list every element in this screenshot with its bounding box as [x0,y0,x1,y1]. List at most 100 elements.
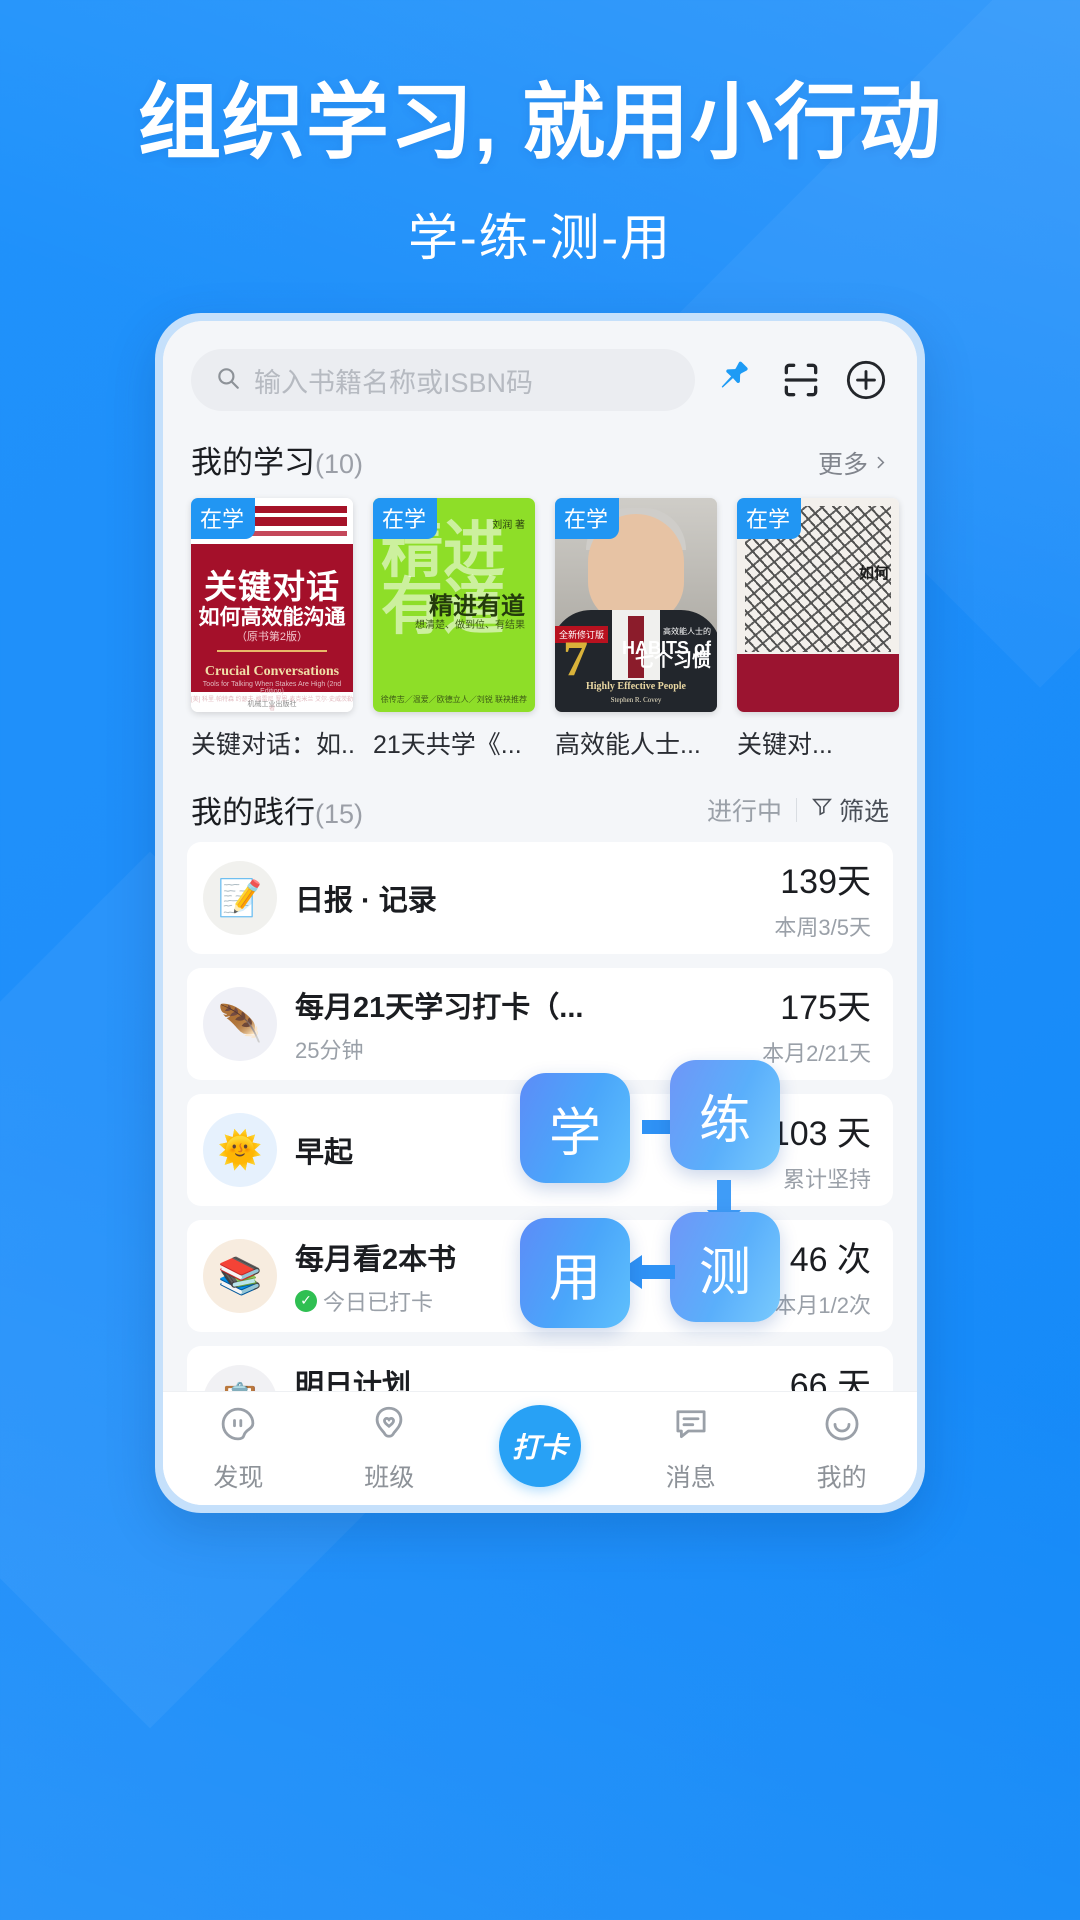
book-card[interactable]: 在学 如何 关键对... [737,498,899,761]
books-stack-icon: 📚 [203,1239,277,1313]
cover-author: 刘润 著 [492,520,525,531]
practice-count: (15) [315,799,364,829]
study-title: 我的学习 [191,445,315,480]
checkin-fab[interactable]: 打卡 [498,1404,581,1487]
tab-class[interactable]: 班级 [314,1403,465,1494]
status-badge: 在学 [373,498,438,539]
notebook-pencil-icon: 📝 [203,861,277,935]
scan-icon[interactable] [779,358,823,402]
tab-checkin[interactable]: 打卡 [465,1404,616,1487]
flow-step-apply: 用 [520,1218,630,1328]
study-more-label: 更多 [817,451,868,479]
status-badge: 在学 [191,498,256,539]
list-item-value: 66 天 [789,1367,871,1391]
study-section-header: 我的学习(10) 更多 [163,421,917,488]
book-title: 高效能人士... [555,731,701,759]
list-item[interactable]: 🪶 每月21天学习打卡（... 25分钟 175天 本月2/21天 [187,968,893,1080]
app-header: 输入书籍名称或ISBN码 [163,321,917,421]
cover-main-title: 如何 [858,565,889,582]
phone-mockup: 输入书籍名称或ISBN码 我的学习(10) 更多 在学 关键对话 如何高效能沟通… [155,313,925,1513]
flow-badge: 练 [670,1060,780,1170]
plus-circle-icon[interactable] [843,357,889,403]
list-item[interactable]: 📋 明日计划 ✓ 今日已打卡 66 天 累计坚持 [187,1346,893,1391]
book-card[interactable]: 在学 关键对话 如何高效能沟通 （原书第2版） Crucial Conversa… [191,498,353,761]
cover-footer: 徐传志／温爱／欧德立人／刘锐 联袂推荐 [380,695,527,704]
cover-en1: Highly Effective People [586,681,686,692]
clipboard-icon: 📋 [203,1365,277,1391]
study-count: (10) [315,449,364,479]
divider [795,797,797,822]
list-item-value: 175天 [780,989,871,1027]
book-cover: 在学 如何 [737,498,899,712]
cover-line2: 七个习惯 [634,650,711,671]
list-item-note: 本周3/5天 [774,915,871,940]
status-badge: 在学 [555,498,620,539]
tab-label: 发现 [213,1464,264,1492]
book-title: 21天共学《... [373,731,522,759]
tab-messages[interactable]: 消息 [615,1403,766,1494]
search-icon [215,365,241,396]
sun-smile-icon: 🌞 [203,1113,277,1187]
list-item-value: 103 天 [770,1115,871,1153]
practice-filter-label: 筛选 [838,797,889,826]
list-item-title: 日报 · 记录 [295,885,437,917]
list-item-subtitle: 今日已打卡 [323,1289,434,1315]
book-title: 关键对话：如... [191,731,353,759]
cover-sub-title: 想清楚、做到位、有结果 [415,620,525,631]
list-item[interactable]: 📝 日报 · 记录 139天 本周3/5天 [187,842,893,954]
list-item-note: 本月1/2次 [774,1293,871,1318]
tab-label: 班级 [364,1464,415,1492]
list-item-value: 46 次 [789,1241,871,1279]
flow-badge: 学 [520,1073,630,1183]
practice-filter-button[interactable]: 筛选 [811,792,889,828]
flow-step-test: 测 [670,1212,780,1322]
chevron-right-icon [872,449,889,478]
pin-icon[interactable] [715,358,759,402]
bottom-tab-bar[interactable]: 发现 班级 打卡 消息 我的 [163,1391,917,1505]
flow-step-learn: 学 [520,1073,630,1183]
flow-badge: 用 [520,1218,630,1328]
tab-discover[interactable]: 发现 [163,1403,314,1494]
cover-edition: （原书第2版） [235,631,309,643]
tab-mine[interactable]: 我的 [766,1403,917,1494]
practice-status-filter[interactable]: 进行中 [707,792,782,828]
check-icon: ✓ [295,1289,317,1312]
list-item-subtitle: 25分钟 [295,1037,364,1063]
page-title: 组织学习, 就用小行动 [137,76,943,169]
smiley-icon [821,1403,863,1450]
search-input[interactable]: 输入书籍名称或ISBN码 [191,349,695,411]
cover-en-title: Crucial Conversations [204,664,340,679]
hero-section: 组织学习, 就用小行动 学-练-测-用 [0,0,1080,270]
message-icon [670,1403,712,1450]
book-card[interactable]: 在学 全新修订版 高效能人士的 HABITS of 7 七个习惯 Highly … [555,498,717,761]
list-item-title: 每月21天学习打卡（... [295,991,584,1024]
book-cover: 在学 全新修订版 高效能人士的 HABITS of 7 七个习惯 Highly … [555,498,717,712]
status-badge: 在学 [737,498,802,539]
cover-author-en: Stephen R. Covey [610,696,662,704]
cover-sub-title: 如何高效能沟通 [198,606,346,629]
book-cover: 在学 精进有道 刘润 著 精进有道 想清楚、做到位、有结果 徐传志／温爱／欧德立… [373,498,535,712]
list-item-note: 累计坚持 [782,1167,871,1192]
book-cover: 在学 关键对话 如何高效能沟通 （原书第2版） Crucial Conversa… [191,498,353,712]
book-title: 关键对... [737,731,833,759]
study-book-list[interactable]: 在学 关键对话 如何高效能沟通 （原书第2版） Crucial Conversa… [163,488,917,765]
cover-seven: 7 [563,630,588,686]
practice-section-header: 我的践行(15) 进行中 筛选 [163,765,917,842]
tab-label: 消息 [665,1464,716,1492]
practice-title: 我的践行 [191,795,315,830]
filter-icon [811,795,833,824]
search-placeholder: 输入书籍名称或ISBN码 [254,367,534,398]
cover-en-sub: Tools for Talking When Stakes Are High (… [202,681,342,695]
cover-publisher: 机械工业出版社 [247,701,297,708]
flow-step-practice: 练 [670,1060,780,1170]
page-subtitle: 学-练-测-用 [408,209,672,266]
cover-line1: 高效能人士的 [663,627,711,636]
study-more-link[interactable]: 更多 [818,445,889,481]
flow-badge: 测 [670,1212,780,1322]
quill-paper-icon: 🪶 [203,987,277,1061]
book-card[interactable]: 在学 精进有道 刘润 著 精进有道 想清楚、做到位、有结果 徐传志／温爱／欧德立… [373,498,535,761]
heart-pin-icon [368,1403,410,1450]
list-item-title: 明日计划 [295,1369,412,1392]
tab-label: 我的 [816,1464,867,1492]
list-item-value: 139天 [780,863,871,901]
